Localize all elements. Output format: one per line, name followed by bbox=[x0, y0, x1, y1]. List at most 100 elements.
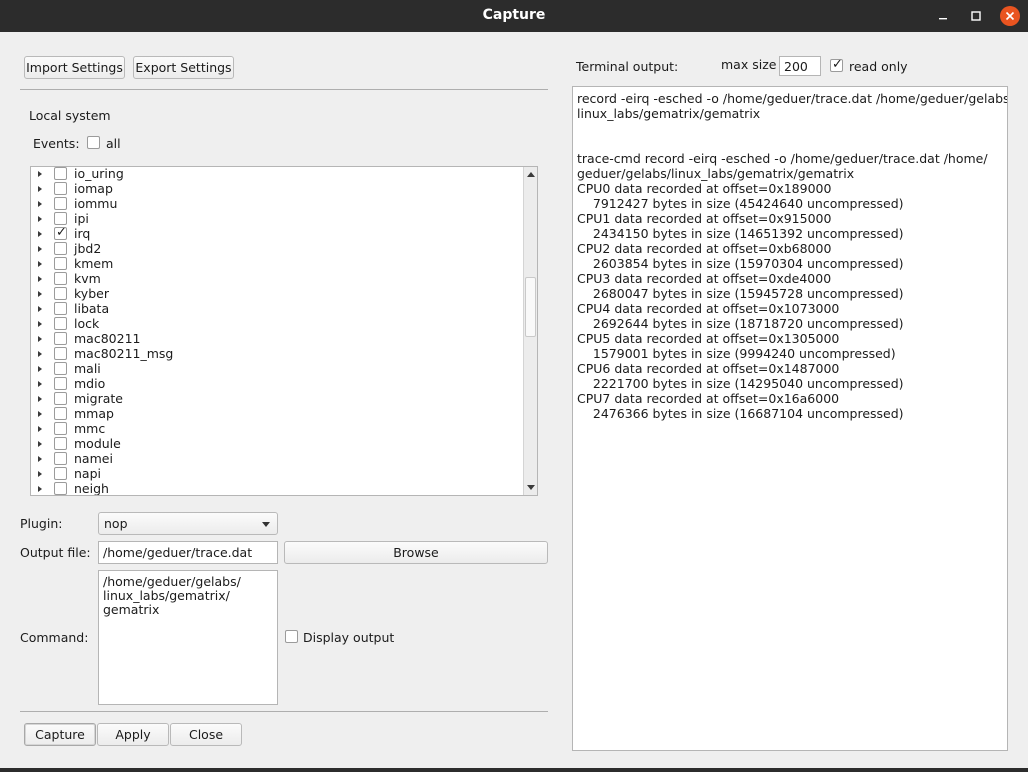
event-name: kmem bbox=[74, 256, 114, 271]
output-file-input[interactable] bbox=[98, 541, 278, 564]
checkmark-icon: ✓ bbox=[56, 225, 67, 240]
expand-arrow-icon[interactable] bbox=[38, 306, 42, 312]
expand-arrow-icon[interactable] bbox=[38, 291, 42, 297]
event-row[interactable]: kyber bbox=[31, 286, 521, 302]
capture-button[interactable]: Capture bbox=[24, 723, 96, 746]
expand-arrow-icon[interactable] bbox=[38, 171, 42, 177]
event-checkbox[interactable] bbox=[54, 212, 67, 225]
events-scrollbar[interactable] bbox=[523, 167, 537, 495]
event-checkbox[interactable] bbox=[54, 332, 67, 345]
expand-arrow-icon[interactable] bbox=[38, 246, 42, 252]
event-checkbox[interactable] bbox=[54, 362, 67, 375]
event-checkbox[interactable] bbox=[54, 317, 67, 330]
event-checkbox[interactable] bbox=[54, 287, 67, 300]
event-checkbox[interactable] bbox=[54, 242, 67, 255]
event-row[interactable]: napi bbox=[31, 466, 521, 482]
apply-button[interactable]: Apply bbox=[97, 723, 169, 746]
event-row[interactable]: mac80211_msg bbox=[31, 346, 521, 362]
command-textarea[interactable]: /home/geduer/gelabs/ linux_labs/gematrix… bbox=[98, 570, 278, 705]
event-row[interactable]: mac80211 bbox=[31, 331, 521, 347]
plugin-select[interactable]: nop bbox=[98, 512, 278, 535]
close-button[interactable]: Close bbox=[170, 723, 242, 746]
event-checkbox[interactable] bbox=[54, 302, 67, 315]
expand-arrow-icon[interactable] bbox=[38, 441, 42, 447]
event-row[interactable]: kvm bbox=[31, 271, 521, 287]
terminal-output[interactable]: record -eirq -esched -o /home/geduer/tra… bbox=[572, 86, 1008, 751]
event-row[interactable]: namei bbox=[31, 451, 521, 467]
expand-arrow-icon[interactable] bbox=[38, 351, 42, 357]
event-checkbox[interactable] bbox=[54, 467, 67, 480]
expand-arrow-icon[interactable] bbox=[38, 366, 42, 372]
event-checkbox[interactable] bbox=[54, 392, 67, 405]
divider bbox=[20, 89, 548, 90]
event-name: migrate bbox=[74, 391, 123, 406]
event-row[interactable]: mmap bbox=[31, 406, 521, 422]
event-row[interactable]: jbd2 bbox=[31, 241, 521, 257]
events-tree[interactable]: io_uring iomap iommu ipi ✓ irq jbd2 kmem kvm kybe… bbox=[30, 166, 538, 496]
event-row[interactable]: neigh bbox=[31, 481, 521, 496]
expand-arrow-icon[interactable] bbox=[38, 456, 42, 462]
event-row[interactable]: iommu bbox=[31, 196, 521, 212]
import-settings-button[interactable]: Import Settings bbox=[24, 56, 125, 79]
expand-arrow-icon[interactable] bbox=[38, 426, 42, 432]
scroll-up-icon[interactable] bbox=[527, 172, 535, 177]
scroll-thumb[interactable] bbox=[525, 277, 536, 337]
event-checkbox[interactable]: ✓ bbox=[54, 225, 67, 240]
expand-arrow-icon[interactable] bbox=[38, 381, 42, 387]
event-checkbox[interactable] bbox=[54, 257, 67, 270]
event-name: mdio bbox=[74, 376, 106, 391]
scroll-down-icon[interactable] bbox=[527, 485, 535, 490]
minimize-button[interactable] bbox=[933, 6, 953, 26]
event-name: neigh bbox=[74, 481, 109, 496]
event-checkbox[interactable] bbox=[54, 482, 67, 495]
event-row[interactable]: libata bbox=[31, 301, 521, 317]
event-checkbox[interactable] bbox=[54, 347, 67, 360]
terminal-output-label: Terminal output: bbox=[576, 59, 679, 74]
expand-arrow-icon[interactable] bbox=[38, 231, 42, 237]
export-settings-button[interactable]: Export Settings bbox=[133, 56, 234, 79]
close-window-button[interactable] bbox=[1000, 6, 1020, 26]
event-row[interactable]: ipi bbox=[31, 211, 521, 227]
event-row[interactable]: mali bbox=[31, 361, 521, 377]
max-size-label: max size bbox=[721, 57, 777, 72]
event-checkbox[interactable] bbox=[54, 437, 67, 450]
event-row[interactable]: ✓ irq bbox=[31, 225, 521, 242]
event-row[interactable]: mmc bbox=[31, 421, 521, 437]
expand-arrow-icon[interactable] bbox=[38, 261, 42, 267]
browse-button[interactable]: Browse bbox=[284, 541, 548, 564]
expand-arrow-icon[interactable] bbox=[38, 396, 42, 402]
event-checkbox[interactable] bbox=[54, 197, 67, 210]
read-only-checkbox[interactable]: ✓ bbox=[830, 57, 843, 72]
all-events-checkbox[interactable] bbox=[87, 136, 100, 149]
event-name: mac80211_msg bbox=[74, 346, 174, 361]
capture-dialog: Import Settings Export Settings Local sy… bbox=[0, 32, 1028, 768]
event-row[interactable]: migrate bbox=[31, 391, 521, 407]
event-row[interactable]: io_uring bbox=[31, 167, 521, 182]
expand-arrow-icon[interactable] bbox=[38, 411, 42, 417]
expand-arrow-icon[interactable] bbox=[38, 321, 42, 327]
event-checkbox[interactable] bbox=[54, 407, 67, 420]
event-checkbox[interactable] bbox=[54, 167, 67, 180]
event-row[interactable]: iomap bbox=[31, 181, 521, 197]
event-name: io_uring bbox=[74, 166, 124, 181]
event-row[interactable]: mdio bbox=[31, 376, 521, 392]
event-checkbox[interactable] bbox=[54, 182, 67, 195]
expand-arrow-icon[interactable] bbox=[38, 216, 42, 222]
expand-arrow-icon[interactable] bbox=[38, 471, 42, 477]
event-checkbox[interactable] bbox=[54, 452, 67, 465]
expand-arrow-icon[interactable] bbox=[38, 201, 42, 207]
display-output-checkbox[interactable] bbox=[285, 630, 298, 643]
event-row[interactable]: module bbox=[31, 436, 521, 452]
expand-arrow-icon[interactable] bbox=[38, 336, 42, 342]
event-checkbox[interactable] bbox=[54, 422, 67, 435]
event-checkbox[interactable] bbox=[54, 272, 67, 285]
expand-arrow-icon[interactable] bbox=[38, 186, 42, 192]
event-row[interactable]: lock bbox=[31, 316, 521, 332]
expand-arrow-icon[interactable] bbox=[38, 486, 42, 492]
event-row[interactable]: kmem bbox=[31, 256, 521, 272]
maximize-button[interactable] bbox=[966, 6, 986, 26]
max-size-input[interactable] bbox=[779, 56, 821, 76]
expand-arrow-icon[interactable] bbox=[38, 276, 42, 282]
divider bbox=[20, 711, 548, 712]
event-checkbox[interactable] bbox=[54, 377, 67, 390]
